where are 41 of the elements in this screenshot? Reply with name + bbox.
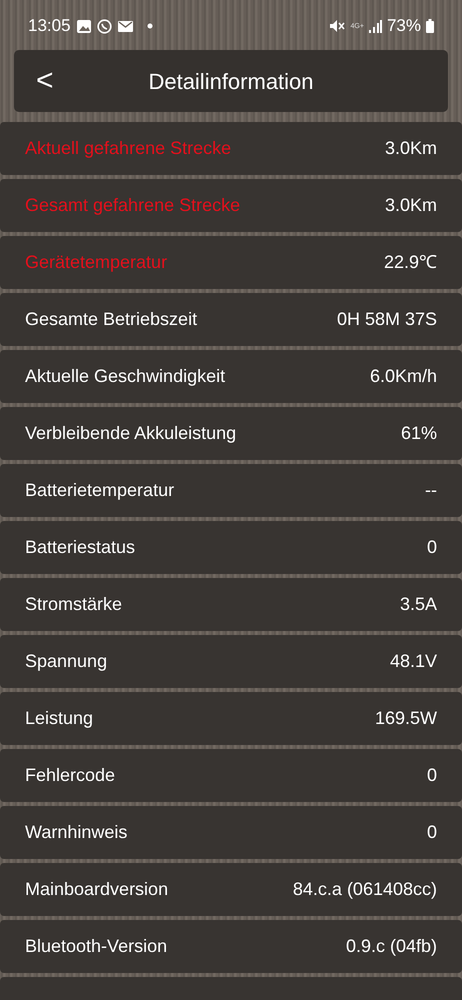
signal-icon: [368, 20, 382, 32]
row-value: 6.0Km/h: [370, 365, 437, 388]
row-label: Gesamt gefahrene Strecke: [25, 194, 240, 217]
row-value: 3.0Km: [384, 137, 437, 160]
row-value: 0H 58M 37S: [336, 308, 437, 331]
row-value: 22.9℃: [384, 251, 437, 274]
dot-icon: [146, 23, 153, 29]
row-label: Aktuelle Geschwindigkeit: [25, 365, 226, 388]
row-value: 169.5W: [374, 707, 437, 730]
row-label: Stromstärke: [25, 593, 122, 616]
row-label: Batterietemperatur: [25, 479, 174, 502]
row-label: Verbleibende Akkuleistung: [25, 422, 236, 445]
battery-percent: 73%: [386, 15, 421, 38]
back-button[interactable]: <: [36, 66, 76, 96]
row-value: 0.9.c (04fb): [346, 935, 437, 958]
page-title: Detailinformation: [147, 68, 315, 96]
row-label: Spannung: [25, 650, 108, 673]
row-value: 0: [426, 764, 437, 787]
mail-icon: [118, 20, 133, 32]
row-label: Gerätetemperatur: [25, 251, 168, 274]
row-value: 61%: [400, 422, 437, 445]
row-value: 0: [426, 821, 437, 844]
row-label: Batteriestatus: [25, 536, 136, 559]
row-value: 84.c.a (061408cc): [292, 878, 437, 901]
status-time: 13:05: [28, 15, 71, 38]
row-label: Warnhinweis: [25, 821, 128, 844]
row-value: 48.1V: [390, 650, 437, 673]
row-label: Bluetooth-Version: [25, 935, 168, 958]
gallery-icon: [76, 20, 91, 32]
row-value: --: [425, 479, 437, 502]
battery-icon: [426, 19, 434, 33]
row-label: Leistung: [25, 707, 94, 730]
row-value: 3.0Km: [384, 194, 437, 217]
chat-icon: [96, 18, 112, 34]
mute-icon: [328, 19, 346, 33]
row-label: Fehlercode: [25, 764, 116, 787]
row-label: Mainboardversion: [25, 878, 168, 901]
row-value: 0: [426, 536, 437, 559]
row-label: Aktuell gefahrene Strecke: [25, 137, 232, 160]
row-value: 3.5A: [400, 593, 437, 616]
row-label: Gesamte Betriebszeit: [25, 308, 198, 331]
